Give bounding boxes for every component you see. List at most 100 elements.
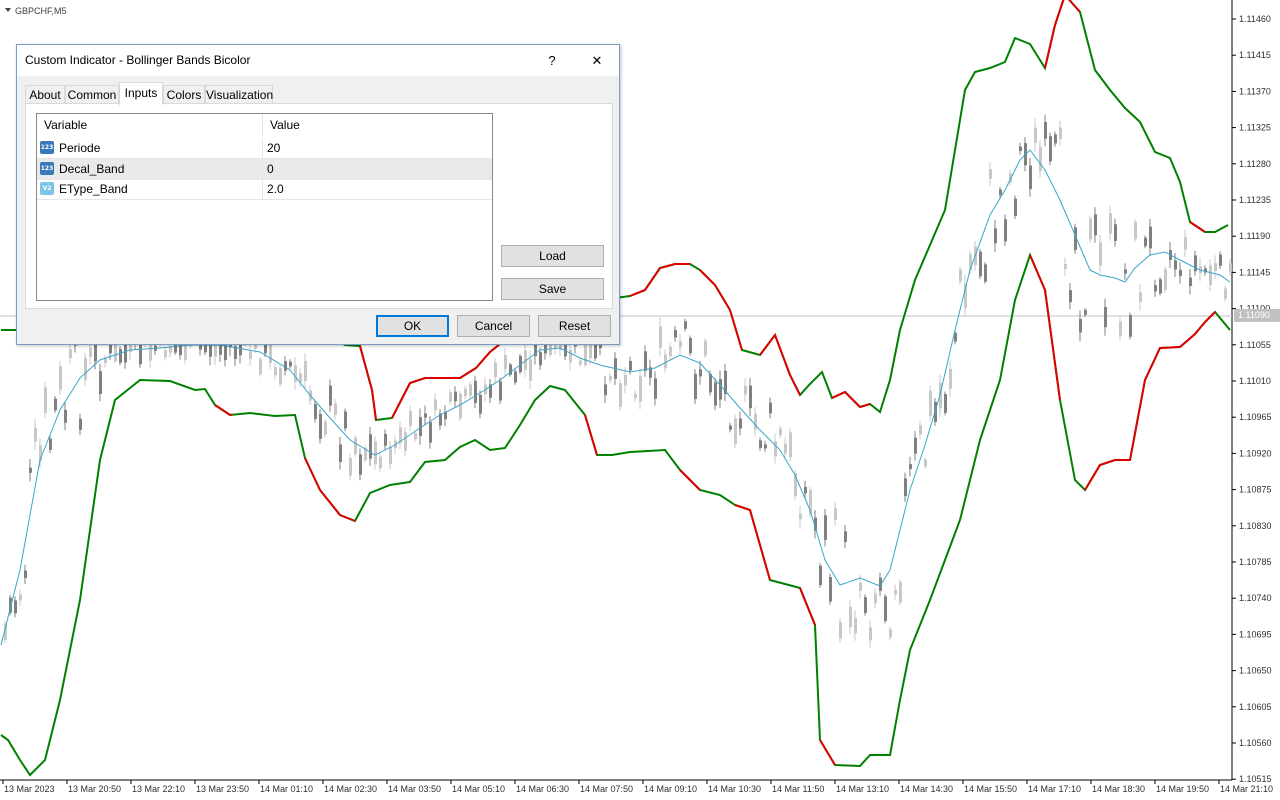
candle-body bbox=[619, 383, 622, 407]
variable-name: Decal_Band bbox=[59, 162, 125, 176]
variable-value[interactable]: 2.0 bbox=[267, 179, 284, 199]
candle-body bbox=[629, 360, 632, 371]
time-label: 14 Mar 15:50 bbox=[964, 784, 1017, 794]
candle-body bbox=[454, 391, 457, 402]
candle-body bbox=[959, 269, 962, 282]
symbol-label[interactable]: GBPCHF,M5 bbox=[5, 6, 67, 16]
time-label: 13 Mar 2023 bbox=[4, 784, 55, 794]
tab-inputs[interactable]: Inputs bbox=[119, 82, 163, 105]
price-label: 1.11325 bbox=[1239, 123, 1271, 133]
header-value[interactable]: Value bbox=[270, 114, 300, 136]
variable-value[interactable]: 0 bbox=[267, 159, 274, 179]
candle-body bbox=[1219, 254, 1222, 266]
tab-about[interactable]: About bbox=[25, 85, 65, 104]
candle-body bbox=[864, 597, 867, 613]
candle-body bbox=[729, 425, 732, 430]
candle-body bbox=[929, 390, 932, 416]
candle-body bbox=[1089, 218, 1092, 240]
candle-body bbox=[329, 385, 332, 406]
candle-body bbox=[1129, 315, 1132, 337]
candle-body bbox=[644, 351, 647, 371]
integer-icon: 123 bbox=[40, 162, 54, 175]
candle-body bbox=[654, 378, 657, 399]
close-button[interactable]: ✕ bbox=[575, 45, 619, 76]
candle-body bbox=[744, 385, 747, 395]
variable-value[interactable]: 20 bbox=[267, 138, 280, 158]
candle-body bbox=[674, 329, 677, 338]
time-label: 14 Mar 05:10 bbox=[452, 784, 505, 794]
tab-colors[interactable]: Colors bbox=[163, 85, 205, 104]
integer-icon: 123 bbox=[40, 141, 54, 154]
price-label: 1.10830 bbox=[1239, 521, 1272, 531]
tab-visualization[interactable]: Visualization bbox=[205, 85, 273, 104]
candle-body bbox=[569, 349, 572, 363]
candle-body bbox=[99, 371, 102, 395]
candle-body bbox=[479, 394, 482, 414]
candle-body bbox=[884, 596, 887, 621]
price-label: 1.11010 bbox=[1239, 376, 1271, 386]
candle-body bbox=[1124, 269, 1127, 274]
candle-body bbox=[689, 338, 692, 354]
candle-body bbox=[464, 388, 467, 396]
ok-button[interactable]: OK bbox=[376, 315, 449, 337]
inputs-grid[interactable]: Variable Value 123 Periode 20 123 Decal_… bbox=[36, 113, 493, 301]
candle-body bbox=[1004, 219, 1007, 242]
candle-body bbox=[579, 360, 582, 365]
header-divider[interactable] bbox=[262, 114, 263, 136]
candle-body bbox=[719, 378, 722, 400]
time-label: 14 Mar 13:10 bbox=[836, 784, 889, 794]
candle-body bbox=[869, 627, 872, 641]
help-button[interactable]: ? bbox=[530, 45, 574, 76]
reset-button[interactable]: Reset bbox=[538, 315, 611, 337]
candle-body bbox=[634, 394, 637, 399]
table-row[interactable]: 123 Periode 20 bbox=[37, 138, 492, 158]
dialog-titlebar[interactable]: Custom Indicator - Bollinger Bands Bicol… bbox=[17, 45, 619, 76]
candle-body bbox=[449, 392, 452, 402]
double-icon: V2 bbox=[40, 182, 54, 195]
candle-body bbox=[779, 428, 782, 436]
candle-body bbox=[259, 359, 262, 375]
candle-body bbox=[379, 456, 382, 469]
cancel-button[interactable]: Cancel bbox=[457, 315, 530, 337]
candle-body bbox=[1134, 221, 1137, 240]
save-button[interactable]: Save bbox=[501, 278, 604, 300]
table-row[interactable]: V2 EType_Band 2.0 bbox=[37, 179, 492, 199]
candle-body bbox=[1099, 242, 1102, 266]
time-label: 14 Mar 18:30 bbox=[1092, 784, 1145, 794]
candle-body bbox=[1079, 319, 1082, 333]
header-variable[interactable]: Variable bbox=[44, 114, 87, 136]
tab-common[interactable]: Common bbox=[65, 85, 119, 104]
candle-body bbox=[474, 380, 477, 403]
candle-body bbox=[414, 432, 417, 440]
candle-body bbox=[294, 365, 297, 382]
load-button[interactable]: Load bbox=[501, 245, 604, 267]
time-label: 14 Mar 02:30 bbox=[324, 784, 377, 794]
candle-body bbox=[54, 398, 57, 411]
candle-body bbox=[1059, 127, 1062, 139]
candle-body bbox=[499, 381, 502, 401]
candle-body bbox=[999, 189, 1002, 195]
candle-body bbox=[334, 403, 337, 416]
price-label: 1.10515 bbox=[1239, 774, 1272, 784]
candle-body bbox=[14, 600, 17, 614]
price-label: 1.11280 bbox=[1239, 159, 1271, 169]
price-label: 1.11145 bbox=[1239, 267, 1270, 277]
candle-body bbox=[594, 343, 597, 359]
variable-name: EType_Band bbox=[59, 182, 128, 196]
candle-body bbox=[889, 629, 892, 638]
candle-body bbox=[774, 440, 777, 457]
candle-body bbox=[919, 425, 922, 435]
candle-body bbox=[1039, 146, 1042, 172]
time-label: 14 Mar 01:10 bbox=[260, 784, 313, 794]
candle-body bbox=[819, 565, 822, 586]
candle-body bbox=[284, 361, 287, 371]
candle-body bbox=[104, 358, 107, 364]
candle-body bbox=[79, 418, 82, 430]
time-label: 13 Mar 20:50 bbox=[68, 784, 121, 794]
time-label: 14 Mar 06:30 bbox=[516, 784, 569, 794]
candle-body bbox=[429, 422, 432, 443]
candle-body bbox=[1209, 265, 1212, 285]
candle-body bbox=[249, 351, 252, 359]
table-row[interactable]: 123 Decal_Band 0 bbox=[37, 159, 492, 179]
candle-body bbox=[844, 531, 847, 542]
